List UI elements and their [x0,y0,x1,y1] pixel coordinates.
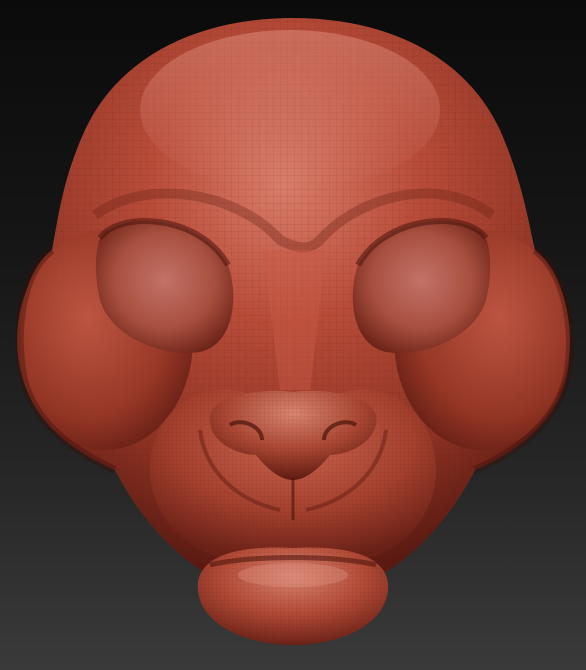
lower-lip [197,547,389,645]
sculpt-viewport[interactable] [0,0,586,670]
head-sculpt-model[interactable] [0,0,586,670]
